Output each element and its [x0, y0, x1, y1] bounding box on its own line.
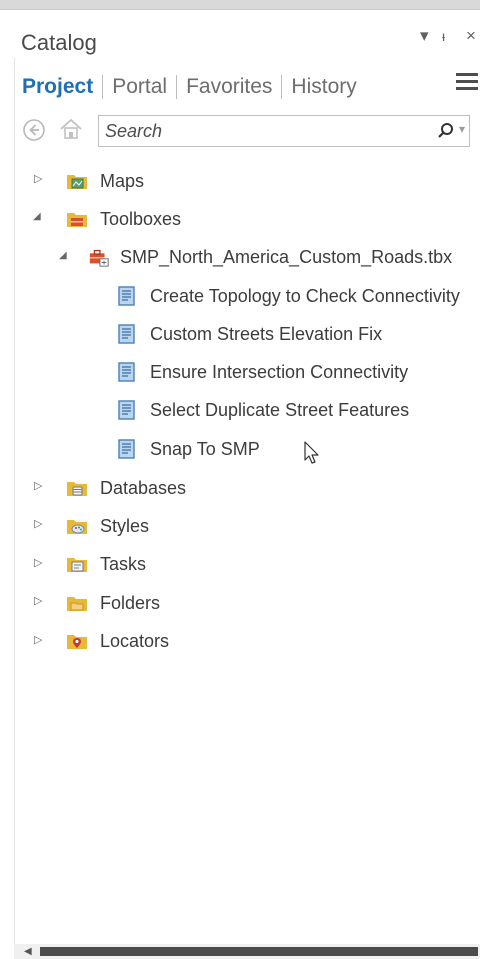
tree-item-tool[interactable]: Custom Streets Elevation Fix: [116, 319, 382, 349]
expand-icon[interactable]: ▷: [34, 594, 42, 607]
tree-item-tool[interactable]: Select Duplicate Street Features: [116, 395, 409, 425]
script-tool-icon: [118, 400, 135, 420]
tree-item-label: Locators: [100, 630, 170, 651]
script-tool-icon: [118, 324, 135, 344]
tree-item-folders[interactable]: Folders: [66, 588, 160, 618]
tree-item-styles[interactable]: Styles: [66, 511, 149, 541]
script-tool-icon: [118, 286, 135, 306]
pane-title: Catalog: [21, 30, 97, 55]
back-icon[interactable]: [22, 118, 48, 144]
tab-favorites[interactable]: Favorites: [186, 75, 272, 99]
tree-item-label: Create Topology to Check Connectivity: [150, 285, 460, 306]
tree-item-locators[interactable]: Locators: [66, 626, 169, 656]
tree-item-label: Databases: [100, 477, 187, 498]
script-tool-icon: [118, 362, 135, 382]
tab-project[interactable]: Project: [22, 75, 93, 99]
folders-folder-icon: [67, 597, 87, 611]
tasks-folder-icon: [67, 558, 87, 572]
tree-item-label: Select Duplicate Street Features: [150, 399, 410, 420]
pane-options-icon[interactable]: ▾: [420, 26, 429, 46]
tree-item-tasks[interactable]: Tasks: [66, 549, 146, 579]
search-input[interactable]: [105, 120, 405, 142]
menu-icon[interactable]: [456, 73, 478, 95]
search-icon[interactable]: [437, 122, 455, 145]
search-box: ▾: [98, 115, 470, 147]
tree-item-label: Ensure Intersection Connectivity: [150, 361, 409, 382]
search-options-icon[interactable]: ▾: [459, 122, 465, 136]
mouse-cursor-icon: [304, 441, 320, 470]
tree-item-tool[interactable]: Create Topology to Check Connectivity: [116, 281, 460, 311]
tree-item-databases[interactable]: Databases: [66, 473, 186, 503]
collapse-icon[interactable]: ◢: [33, 211, 41, 222]
tree-item-tool[interactable]: Snap To SMP: [116, 434, 260, 464]
tree-item-label: Folders: [100, 592, 161, 613]
close-icon[interactable]: ×: [466, 26, 476, 46]
maps-folder-icon: [67, 175, 87, 189]
expand-icon[interactable]: ▷: [34, 517, 42, 530]
tree-item-label: Maps: [100, 170, 145, 191]
tree-item-toolbox-file[interactable]: SMP_North_America_Custom_Roads.tbx: [88, 242, 452, 272]
home-icon[interactable]: [58, 116, 84, 142]
catalog-titlebar: Catalog ▾ ᵻ ×: [0, 10, 480, 58]
tree-item-label: Tasks: [100, 553, 147, 574]
scroll-left-icon[interactable]: ◀: [24, 946, 32, 957]
expand-icon[interactable]: ▷: [34, 172, 42, 185]
tree-item-maps[interactable]: Maps: [66, 166, 144, 196]
catalog-tabs: Project Portal Favorites History: [22, 72, 357, 102]
tab-history[interactable]: History: [291, 75, 356, 99]
tree-item-label: Snap To SMP: [150, 438, 260, 459]
locators-folder-icon: [67, 635, 87, 649]
expand-icon[interactable]: ▷: [34, 556, 42, 569]
expand-icon[interactable]: ▷: [34, 633, 42, 646]
tab-portal[interactable]: Portal: [112, 75, 167, 99]
tab-divider: [176, 75, 178, 99]
horizontal-scrollbar[interactable]: ◀ ▶: [14, 944, 480, 959]
tree-item-label: Styles: [100, 515, 150, 536]
pane-edge: [14, 58, 15, 944]
styles-folder-icon: [67, 520, 87, 534]
scrollbar-thumb[interactable]: [40, 947, 478, 956]
tab-divider: [281, 75, 283, 99]
pin-icon[interactable]: ᵻ: [442, 28, 445, 44]
tree-item-label: Toolboxes: [100, 208, 182, 229]
tab-divider: [102, 75, 104, 99]
databases-folder-icon: [67, 482, 87, 496]
tree-item-label: SMP_North_America_Custom_Roads.tbx: [120, 246, 453, 267]
tree-item-label: Custom Streets Elevation Fix: [150, 323, 383, 344]
collapse-icon[interactable]: ◢: [59, 250, 67, 261]
tree-item-toolboxes[interactable]: Toolboxes: [66, 204, 181, 234]
toolbox-icon: [89, 249, 109, 267]
script-tool-icon: [118, 439, 135, 459]
top-border: [0, 0, 480, 10]
expand-icon[interactable]: ▷: [34, 479, 42, 492]
toolboxes-folder-icon: [67, 213, 87, 227]
tree-item-tool[interactable]: Ensure Intersection Connectivity: [116, 357, 408, 387]
